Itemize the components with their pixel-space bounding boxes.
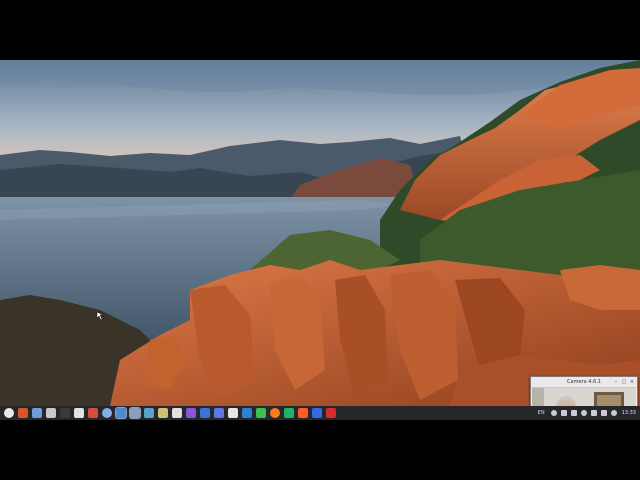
window-title: Camera 4.6.1 [567, 379, 601, 385]
window-icon[interactable] [129, 407, 141, 419]
minimize-button[interactable]: – [613, 379, 619, 385]
close-button[interactable]: × [629, 379, 635, 385]
filezilla-icon[interactable] [326, 408, 336, 418]
proton-icon[interactable] [312, 408, 322, 418]
bluetooth-icon[interactable] [580, 410, 587, 416]
display-icon[interactable] [115, 407, 127, 419]
settings-icon[interactable] [88, 408, 98, 418]
notes-icon[interactable] [158, 408, 168, 418]
app-grid-icon[interactable] [144, 408, 154, 418]
menu-icon[interactable] [4, 408, 14, 418]
text-editor-icon[interactable] [46, 408, 56, 418]
media-icon[interactable] [172, 408, 182, 418]
launcher-list [0, 407, 338, 419]
keyboard-icon[interactable] [600, 410, 607, 416]
battery-icon[interactable] [590, 410, 597, 416]
power-icon[interactable] [610, 410, 617, 416]
network-icon[interactable] [570, 410, 577, 416]
shield-icon[interactable] [214, 408, 224, 418]
wallpaper-image [0, 60, 640, 406]
terminal-icon[interactable] [60, 408, 70, 418]
xfce-icon[interactable] [18, 408, 28, 418]
git-icon[interactable] [228, 408, 238, 418]
vpn-icon[interactable] [284, 408, 294, 418]
brave-icon[interactable] [298, 408, 308, 418]
globe-icon[interactable] [102, 408, 112, 418]
file-manager-icon[interactable] [74, 408, 84, 418]
camera-titlebar[interactable]: Camera 4.6.1 – □ × [531, 377, 637, 388]
taskbar: EN 13:33 [0, 406, 640, 420]
sound-icon[interactable] [550, 410, 557, 416]
firefox-icon[interactable] [270, 408, 280, 418]
bell-icon[interactable] [560, 410, 567, 416]
files-icon[interactable] [32, 408, 42, 418]
purple-app-icon[interactable] [186, 408, 196, 418]
system-tray: EN 13:33 [538, 410, 640, 416]
blue-app-icon[interactable] [200, 408, 210, 418]
clock[interactable]: 13:33 [622, 410, 636, 416]
code-editor-icon[interactable] [242, 408, 252, 418]
maximize-button[interactable]: □ [621, 379, 627, 385]
qt-icon[interactable] [256, 408, 266, 418]
keyboard-layout-indicator[interactable]: EN [538, 410, 545, 416]
desktop-screen: Camera 4.6.1 – □ × EN 13:33 [0, 60, 640, 420]
